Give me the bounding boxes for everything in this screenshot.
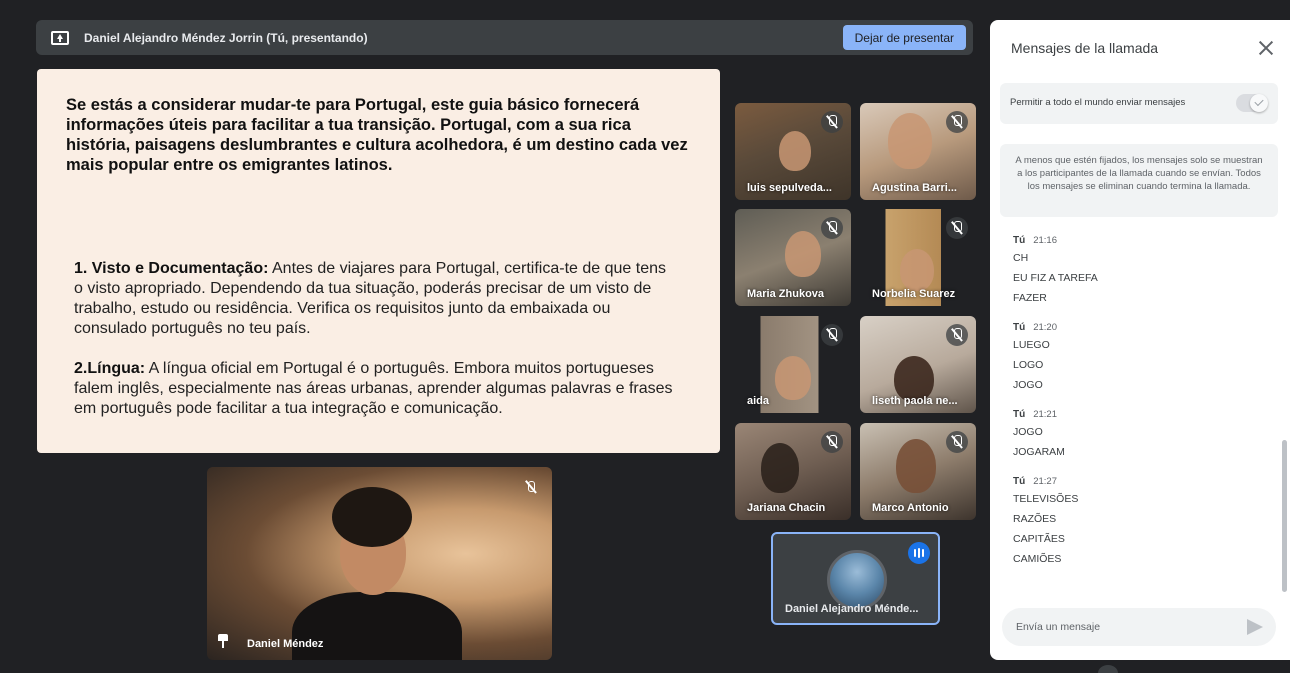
present-screen-icon xyxy=(51,30,69,45)
allow-messages-label: Permitir a todo el mundo enviar mensajes xyxy=(1010,97,1186,108)
mic-off-icon xyxy=(946,111,968,133)
mic-off-icon xyxy=(946,431,968,453)
presentation-slide: Se estás a considerar mudar-te para Port… xyxy=(37,69,720,453)
message-time: 21:21 xyxy=(1033,409,1057,420)
message-text: LOGO xyxy=(1013,359,1044,371)
message-text: TELEVISÕES xyxy=(1013,493,1079,505)
message-text: CH xyxy=(1013,252,1029,264)
participant-tile[interactable]: liseth paola ne... xyxy=(860,316,976,413)
message-sender: Tú xyxy=(1013,409,1026,420)
participant-tile[interactable]: luis sepulveda... xyxy=(735,103,851,200)
mic-off-icon xyxy=(821,111,843,133)
message-text: EU FIZ A TAREFA xyxy=(1013,272,1098,284)
slide-section-visa: 1. Visto e Documentação: Antes de viajar… xyxy=(74,259,674,339)
message-text: CAPITÃES xyxy=(1013,533,1065,545)
participant-name: luis sepulveda... xyxy=(747,182,832,194)
chat-scrollbar[interactable] xyxy=(1282,440,1287,592)
message-text: FAZER xyxy=(1013,292,1047,304)
message-text: CAMIÕES xyxy=(1013,553,1062,565)
chat-title: Mensajes de la llamada xyxy=(1011,40,1159,56)
message-time: 21:16 xyxy=(1033,235,1057,246)
speaker-video-hair xyxy=(332,487,412,547)
participant-name: Daniel Alejandro Ménde... xyxy=(785,603,919,615)
message-sender: Tú xyxy=(1013,322,1026,333)
participant-video xyxy=(761,443,799,493)
allow-messages-setting: Permitir a todo el mundo enviar mensajes xyxy=(1000,83,1278,124)
more-options-icon[interactable] xyxy=(1098,665,1118,673)
participant-tile[interactable]: Jariana Chacin xyxy=(735,423,851,520)
participant-video xyxy=(779,131,811,171)
mic-off-icon xyxy=(821,217,843,239)
message-text: RAZÕES xyxy=(1013,513,1057,525)
message-header: Tú 21:21 xyxy=(1013,409,1263,420)
message-header: Tú 21:20 xyxy=(1013,322,1263,333)
pin-icon[interactable] xyxy=(218,634,228,648)
participant-video xyxy=(900,249,934,291)
mic-off-icon xyxy=(522,479,540,497)
message-sender: Tú xyxy=(1013,235,1026,246)
chat-panel: Mensajes de la llamada Permitir a todo e… xyxy=(990,20,1290,660)
slide-section-language-title: 2.Língua: xyxy=(74,360,146,377)
message-group: Tú 21:16 CH EU FIZ A TAREFA FAZER xyxy=(1013,235,1263,311)
mic-off-icon xyxy=(946,324,968,346)
participant-video xyxy=(896,439,936,493)
message-header: Tú 21:16 xyxy=(1013,235,1263,246)
participant-tile[interactable]: Marco Antonio xyxy=(860,423,976,520)
close-icon[interactable] xyxy=(1258,40,1274,56)
message-time: 21:20 xyxy=(1033,322,1057,333)
chat-message-input[interactable] xyxy=(1002,608,1276,646)
participant-video xyxy=(785,231,821,277)
slide-section-visa-title: 1. Visto e Documentação: xyxy=(74,260,269,277)
presenter-label: Daniel Alejandro Méndez Jorrin (Tú, pres… xyxy=(84,30,368,45)
slide-intro: Se estás a considerar mudar-te para Port… xyxy=(66,96,688,174)
message-group: Tú 21:27 TELEVISÕES RAZÕES CAPITÃES CAMI… xyxy=(1013,476,1263,572)
participant-tile[interactable]: Agustina Barri... xyxy=(860,103,976,200)
speaking-indicator-icon xyxy=(908,542,930,564)
chat-info-notice: A menos que estén fijados, los mensajes … xyxy=(1000,144,1278,217)
participant-name: Norbelia Suarez xyxy=(872,288,956,300)
message-text: JOGARAM xyxy=(1013,446,1065,458)
slide-section-language-text: A língua oficial em Portugal é o portugu… xyxy=(74,360,673,417)
participant-video xyxy=(775,356,811,400)
allow-messages-toggle[interactable] xyxy=(1236,94,1268,112)
message-group: Tú 21:20 LUEGO LOGO JOGO xyxy=(1013,322,1263,398)
participant-name: Jariana Chacin xyxy=(747,502,826,514)
message-text: JOGO xyxy=(1013,379,1043,391)
meet-window: Daniel Alejandro Méndez Jorrin (Tú, pres… xyxy=(0,0,1290,673)
stop-presenting-button[interactable]: Dejar de presentar xyxy=(842,25,966,50)
participant-video xyxy=(888,113,932,169)
message-time: 21:27 xyxy=(1033,476,1057,487)
message-header: Tú 21:27 xyxy=(1013,476,1263,487)
participant-tile[interactable]: Maria Zhukova xyxy=(735,209,851,306)
participant-tile[interactable]: aida xyxy=(735,316,851,413)
message-group: Tú 21:21 JOGO JOGARAM xyxy=(1013,409,1263,465)
send-icon[interactable] xyxy=(1247,619,1263,635)
participant-name: Marco Antonio xyxy=(872,502,949,514)
speaker-name: Daniel Méndez xyxy=(247,638,324,650)
chat-messages: Tú 21:16 CH EU FIZ A TAREFA FAZER Tú 21:… xyxy=(1013,235,1263,583)
self-participant-tile[interactable]: Daniel Alejandro Ménde... xyxy=(771,532,940,625)
mic-off-icon xyxy=(821,431,843,453)
message-text: LUEGO xyxy=(1013,339,1050,351)
mic-off-icon xyxy=(821,324,843,346)
message-text: JOGO xyxy=(1013,426,1043,438)
avatar xyxy=(827,550,887,610)
participant-name: aida xyxy=(747,395,770,407)
slide-body: 1. Visto e Documentação: Antes de viajar… xyxy=(74,259,674,439)
participant-name: Maria Zhukova xyxy=(747,288,825,300)
participant-name: Agustina Barri... xyxy=(872,182,957,194)
slide-section-language: 2.Língua: A língua oficial em Portugal é… xyxy=(74,359,674,419)
mic-off-icon xyxy=(946,217,968,239)
check-icon xyxy=(1254,96,1264,107)
presenting-bar: Daniel Alejandro Méndez Jorrin (Tú, pres… xyxy=(36,20,973,55)
participant-tile[interactable]: Norbelia Suarez xyxy=(860,209,976,306)
main-speaker-video[interactable]: Daniel Méndez xyxy=(207,467,552,660)
participant-name: liseth paola ne... xyxy=(872,395,958,407)
message-sender: Tú xyxy=(1013,476,1026,487)
